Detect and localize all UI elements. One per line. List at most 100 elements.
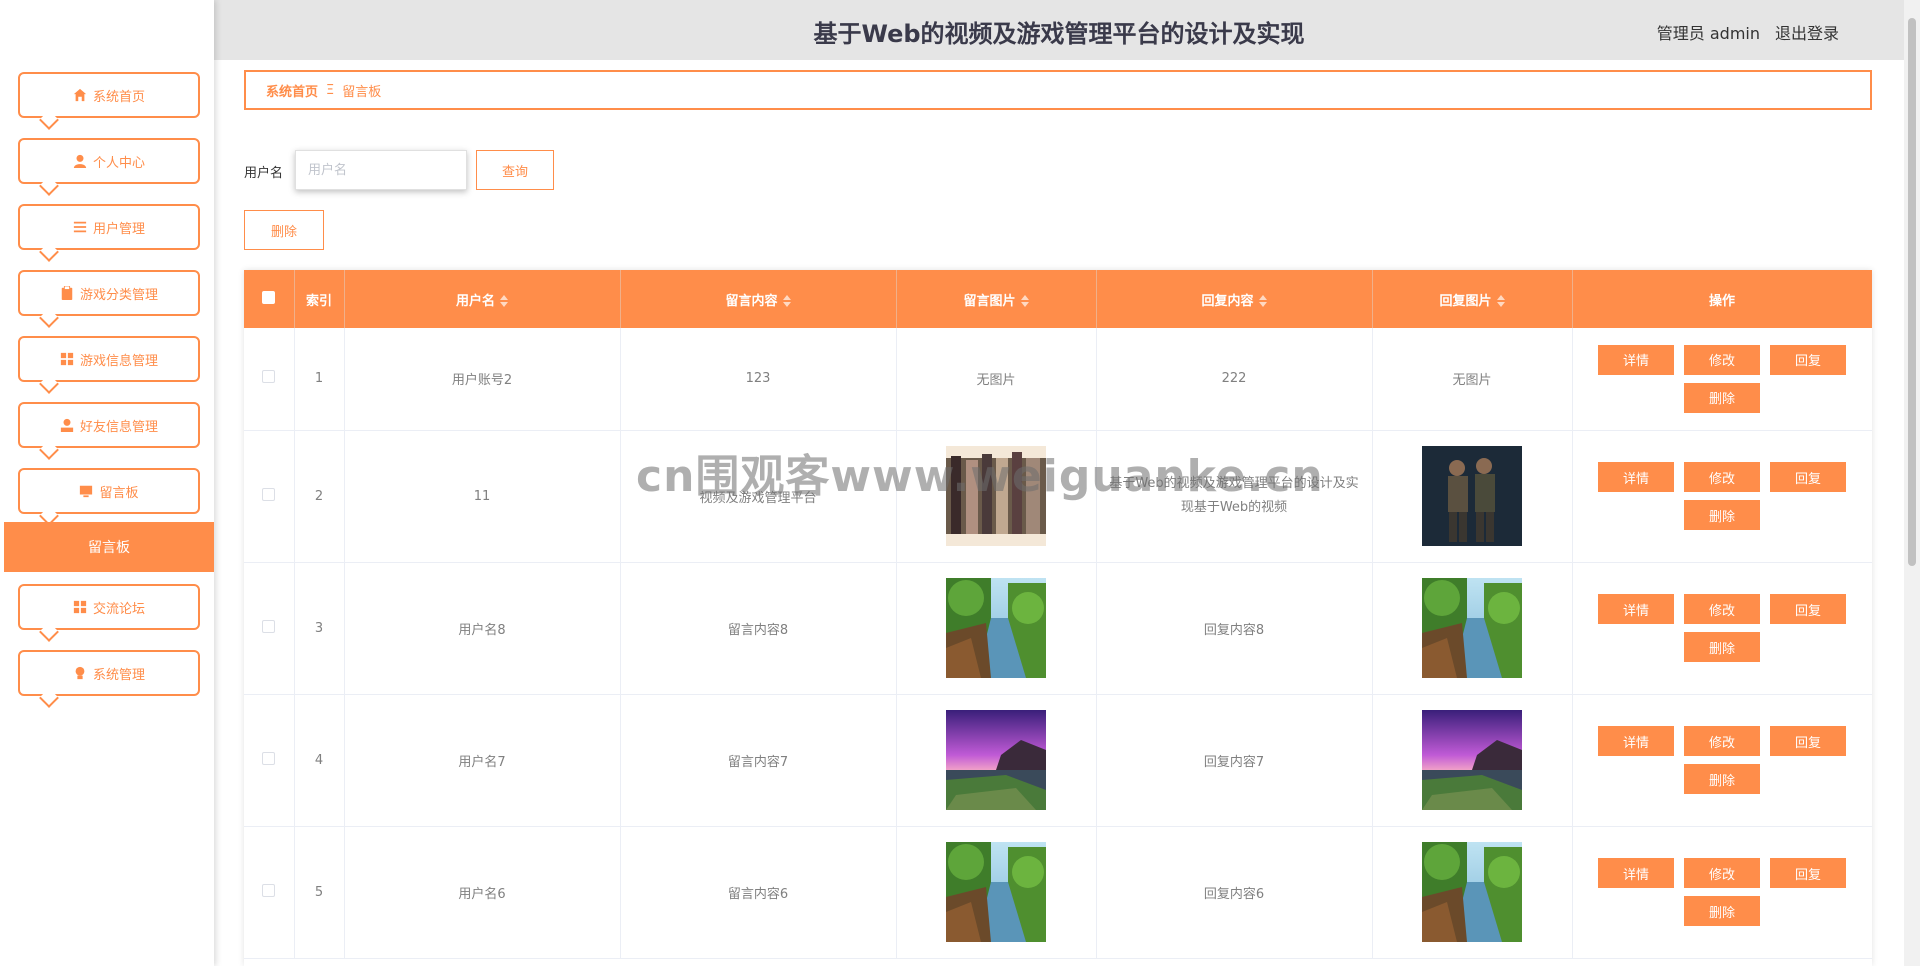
reply-button[interactable]: 回复 [1770,726,1846,756]
sort-icon[interactable] [1496,295,1505,307]
monitor-icon [80,485,93,498]
row-checkbox[interactable] [262,883,276,897]
cell-index: 1 [294,328,345,431]
detail-button[interactable]: 详情 [1598,858,1674,888]
message-image[interactable] [946,446,1046,546]
column-header-reply: 回复内容 [1201,293,1254,309]
cell-reply: 222 [1096,328,1373,431]
cell-index: 4 [294,694,345,827]
logout-link[interactable]: 退出登录 [1775,20,1839,44]
row-checkbox[interactable] [262,370,276,384]
column-header[interactable]: 留言图片 [896,270,1097,328]
edit-button[interactable]: 修改 [1684,462,1760,492]
cell-username: 11 [344,430,621,563]
table-row: 3 用户名8 留言内容8 回复内容8 详情 修改 回复 删除 [244,562,1872,695]
column-header-index: 索引 [305,293,332,309]
reply-button[interactable]: 回复 [1770,344,1846,375]
table-row: 4 用户名7 留言内容7 回复内容7 详情 修改 回复 删除 [244,694,1872,827]
breadcrumb-separator-icon: Ξ [326,82,335,98]
row-checkbox[interactable] [262,487,276,501]
sidebar-item-profile[interactable]: 个人中心 [18,138,200,196]
sort-icon[interactable] [500,295,508,307]
column-header[interactable]: 用户名 [344,270,621,328]
delete-button[interactable]: 删除 [1684,632,1760,662]
person-icon [60,418,74,432]
reply-button[interactable]: 回复 [1770,462,1846,492]
column-header-reply-image: 回复图片 [1439,293,1492,309]
detail-button[interactable]: 详情 [1598,594,1674,624]
page-scrollbar[interactable] [1904,0,1920,966]
column-header[interactable]: 留言内容 [620,270,897,328]
sidebar-item-game-info[interactable]: 游戏信息管理 [18,336,200,394]
edit-button[interactable]: 修改 [1684,726,1760,756]
breadcrumb-home-link[interactable]: 系统首页 [266,81,318,100]
cell-reply: 回复内容6 [1096,826,1373,959]
sidebar-submenu-message-board[interactable]: 留言板 [4,522,214,572]
cell-message: 123 [620,328,897,431]
sidebar-item-system[interactable]: 系统管理 [18,650,200,708]
edit-button[interactable]: 修改 [1684,858,1760,888]
sidebar-item-friends[interactable]: 好友信息管理 [18,402,200,460]
column-header-message-image: 留言图片 [963,293,1016,309]
sidebar-item-users[interactable]: 用户管理 [18,204,200,262]
cell-message: 留言内容8 [620,562,897,695]
delete-button[interactable]: 删除 [1684,500,1760,530]
cell-message: 视频及游戏管理平台 [620,430,897,563]
sidebar-item-forum[interactable]: 交流论坛 [18,584,200,642]
column-header[interactable]: 回复内容 [1096,270,1373,328]
table-header-row: 索引 用户名 留言内容 留言图片 回复内容 回复图片 操作 [244,270,1872,328]
detail-button[interactable]: 详情 [1598,344,1674,375]
row-checkbox[interactable] [262,751,276,765]
cell-reply: 回复内容7 [1096,694,1373,827]
delete-button[interactable]: 删除 [1684,382,1760,413]
list-icon [73,221,87,233]
cell-message: 留言内容7 [620,694,897,827]
cell-username: 用户名6 [344,826,621,959]
detail-button[interactable]: 详情 [1598,462,1674,492]
message-image[interactable] [946,842,1046,942]
sort-icon[interactable] [782,295,791,307]
cell-index: 3 [294,562,345,695]
select-all-cell [244,270,295,328]
sidebar-item-game-category[interactable]: 游戏分类管理 [18,270,200,328]
sidebar-item-label: 用户管理 [92,221,145,237]
cell-message: 留言内容6 [620,826,897,959]
reply-image[interactable] [1422,578,1522,678]
message-image[interactable] [946,710,1046,810]
scrollbar-thumb[interactable] [1908,18,1916,566]
reply-image[interactable] [1422,710,1522,810]
sort-icon[interactable] [1258,295,1267,307]
detail-button[interactable]: 详情 [1598,726,1674,756]
search-username-input[interactable] [295,150,467,190]
sidebar-item-label: 好友信息管理 [79,419,158,435]
sidebar-item-label: 系统管理 [92,667,145,683]
sidebar-item-message-board[interactable]: 留言板 [18,468,200,526]
edit-button[interactable]: 修改 [1684,344,1760,375]
column-header-message: 留言内容 [725,293,778,309]
column-header[interactable]: 回复图片 [1372,270,1573,328]
table-row: 1 用户账号2 123 无图片 222 无图片 详情 修改 回复 删除 [244,328,1872,431]
sort-icon[interactable] [1020,295,1029,307]
cell-username: 用户名8 [344,562,621,695]
sidebar-item-label: 系统首页 [92,89,145,105]
column-header-actions: 操作 [1708,293,1735,309]
search-username-label: 用户名 [244,166,284,181]
sidebar-item-home[interactable]: 系统首页 [18,72,200,130]
row-checkbox[interactable] [262,619,276,633]
query-button[interactable]: 查询 [476,150,554,190]
cell-index: 5 [294,826,345,959]
edit-button[interactable]: 修改 [1684,594,1760,624]
delete-button[interactable]: 删除 [1684,896,1760,926]
batch-delete-button[interactable]: 删除 [244,210,324,250]
message-image[interactable] [946,578,1046,678]
delete-button[interactable]: 删除 [1684,764,1760,794]
reply-image[interactable] [1422,842,1522,942]
reply-button[interactable]: 回复 [1770,858,1846,888]
select-all-checkbox[interactable] [262,290,276,304]
cell-reply-image: 无图片 [1372,328,1573,431]
reply-image[interactable] [1422,446,1522,546]
reply-button[interactable]: 回复 [1770,594,1846,624]
cell-message-image: 无图片 [896,328,1097,431]
breadcrumb-current: 留言板 [342,84,382,100]
message-table: 索引 用户名 留言内容 留言图片 回复内容 回复图片 操作 1 用户账号2 12… [244,270,1872,966]
